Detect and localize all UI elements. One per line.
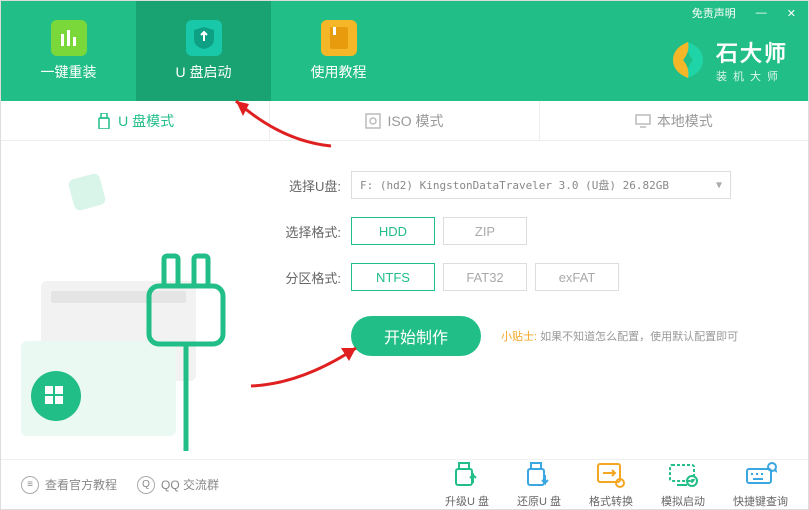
- tip-text: 如果不知道怎么配置，使用默认配置即可: [540, 331, 738, 343]
- footer-tutorial-link[interactable]: ≡ 查看官方教程: [21, 476, 117, 494]
- nav-label: U 盘启动: [176, 62, 232, 82]
- iso-icon: [365, 113, 381, 129]
- tool-format-convert[interactable]: 格式转换: [589, 461, 633, 509]
- tab-local-mode[interactable]: 本地模式: [540, 101, 808, 140]
- nav-label: 使用教程: [311, 62, 367, 82]
- usb-select-label: 选择U盘:: [271, 176, 341, 195]
- footer-qq-link[interactable]: Q QQ 交流群: [137, 476, 219, 494]
- illustration: [1, 141, 271, 461]
- format-zip-button[interactable]: ZIP: [443, 217, 527, 245]
- form-area: 选择U盘: F: (hd2) KingstonDataTraveler 3.0 …: [271, 141, 808, 461]
- tab-label: U 盘模式: [118, 111, 174, 131]
- tool-label: 还原U 盘: [517, 493, 561, 509]
- shield-icon: [186, 20, 222, 56]
- brand-title: 石大师: [716, 36, 788, 68]
- footer: ≡ 查看官方教程 Q QQ 交流群 升级U 盘 还原U 盘 格式转换: [1, 459, 808, 509]
- tool-label: 模拟启动: [661, 493, 705, 509]
- nav-reinstall[interactable]: 一键重装: [1, 1, 136, 101]
- tip-label: 小贴士:: [501, 331, 537, 343]
- monitor-icon: [635, 113, 651, 129]
- tool-simulate-boot[interactable]: 模拟启动: [661, 461, 705, 509]
- usb-select-value: F: (hd2) KingstonDataTraveler 3.0 (U盘) 2…: [360, 177, 669, 193]
- content: 选择U盘: F: (hd2) KingstonDataTraveler 3.0 …: [1, 141, 808, 461]
- minimize-button[interactable]: —: [752, 5, 771, 21]
- convert-icon: [595, 461, 627, 489]
- footer-link-label: QQ 交流群: [161, 476, 219, 493]
- start-create-button[interactable]: 开始制作: [351, 316, 481, 356]
- qq-icon: Q: [137, 476, 155, 494]
- tab-label: 本地模式: [657, 111, 713, 131]
- header: 一键重装 U 盘启动 使用教程 免责声明 — ✕ 石大师: [1, 1, 808, 101]
- tool-label: 升级U 盘: [445, 493, 489, 509]
- brand-subtitle: 装机大师: [716, 68, 788, 84]
- partition-exfat-button[interactable]: exFAT: [535, 263, 619, 291]
- usb-icon: [96, 113, 112, 129]
- tool-upgrade-usb[interactable]: 升级U 盘: [445, 461, 489, 509]
- format-label: 选择格式:: [271, 222, 341, 241]
- tool-hotkey-query[interactable]: 快捷键查询: [733, 461, 788, 509]
- footer-link-label: 查看官方教程: [45, 476, 117, 493]
- upgrade-usb-icon: [451, 461, 483, 489]
- partition-label: 分区格式:: [271, 268, 341, 287]
- restore-usb-icon: [523, 461, 555, 489]
- simulate-icon: [667, 461, 699, 489]
- format-hdd-button[interactable]: HDD: [351, 217, 435, 245]
- partition-fat32-button[interactable]: FAT32: [443, 263, 527, 291]
- brand-logo-icon: [668, 40, 708, 80]
- tool-label: 快捷键查询: [733, 493, 788, 509]
- tool-label: 格式转换: [589, 493, 633, 509]
- tab-label: ISO 模式: [387, 111, 443, 131]
- tab-iso-mode[interactable]: ISO 模式: [270, 101, 539, 140]
- nav-usb-boot[interactable]: U 盘启动: [136, 1, 271, 101]
- nav-label: 一键重装: [41, 62, 97, 82]
- brand: 石大师 装机大师: [668, 36, 788, 84]
- doc-icon: ≡: [21, 476, 39, 494]
- nav-tutorial[interactable]: 使用教程: [271, 1, 406, 101]
- partition-ntfs-button[interactable]: NTFS: [351, 263, 435, 291]
- tool-restore-usb[interactable]: 还原U 盘: [517, 461, 561, 509]
- bars-icon: [51, 20, 87, 56]
- app-window: 一键重装 U 盘启动 使用教程 免责声明 — ✕ 石大师: [0, 0, 809, 510]
- close-button[interactable]: ✕: [783, 5, 800, 22]
- keyboard-icon: [745, 461, 777, 489]
- book-icon: [321, 20, 357, 56]
- window-controls: 免责声明 — ✕: [680, 1, 808, 25]
- disclaimer-link[interactable]: 免责声明: [688, 3, 740, 23]
- mode-tabs: U 盘模式 ISO 模式 本地模式: [1, 101, 808, 141]
- usb-select[interactable]: F: (hd2) KingstonDataTraveler 3.0 (U盘) 2…: [351, 171, 731, 199]
- chevron-down-icon: ▼: [716, 180, 722, 191]
- tab-usb-mode[interactable]: U 盘模式: [1, 101, 270, 140]
